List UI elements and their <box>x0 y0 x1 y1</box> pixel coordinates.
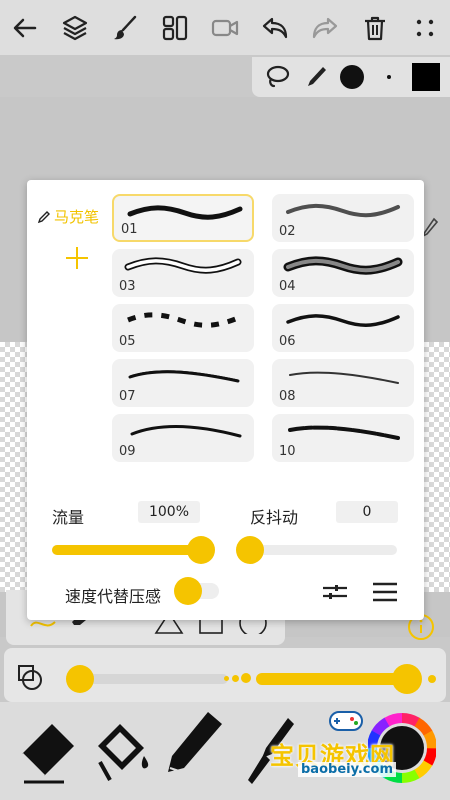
pen-icon <box>308 67 326 86</box>
flow-value[interactable]: 100% <box>138 501 200 523</box>
size-slider-knob[interactable] <box>392 664 422 694</box>
record-video-button[interactable] <box>200 0 250 55</box>
transparent-canvas-left <box>0 342 28 592</box>
pencil-icon[interactable] <box>160 708 230 792</box>
brush-preview-02 <box>286 203 400 218</box>
brush-number: 09 <box>119 444 136 459</box>
brush-size-button[interactable] <box>332 57 372 97</box>
brush-preview-05 <box>127 312 239 328</box>
color-swatch-icon <box>412 63 440 91</box>
small-dot-icon <box>387 75 391 79</box>
opacity-slider-knob[interactable] <box>66 665 94 693</box>
transparent-canvas-right <box>424 342 450 592</box>
brush-preview-04 <box>283 256 403 275</box>
brush-preview-10 <box>288 425 400 440</box>
brush-preview-06 <box>286 314 400 327</box>
brush-tile-07[interactable]: 07 <box>112 359 254 407</box>
speed-pressure-toggle-knob[interactable] <box>174 577 202 605</box>
adjust-settings-icon[interactable] <box>321 580 349 604</box>
marker-pen-icon <box>37 210 50 223</box>
size-min-dot-icon <box>224 676 229 681</box>
brush-category-label: 马克笔 <box>54 208 100 226</box>
brush-number: 05 <box>119 334 136 349</box>
color-swatch-button[interactable] <box>406 57 446 97</box>
back-button[interactable] <box>0 0 50 55</box>
lasso-icon <box>266 65 290 88</box>
brush-number: 02 <box>279 224 296 239</box>
brush-tile-06[interactable]: 06 <box>272 304 414 352</box>
flow-slider-fill <box>52 545 202 555</box>
redo-icon <box>312 17 338 38</box>
shape-overlay-icon[interactable] <box>16 664 46 692</box>
brush-number: 04 <box>279 279 296 294</box>
brush-tile-09[interactable]: 09 <box>112 414 254 462</box>
brush-number: 01 <box>121 222 138 237</box>
brush-number: 10 <box>279 444 296 459</box>
brush-number: 06 <box>279 334 296 349</box>
brush-preview-09 <box>130 425 242 438</box>
brush-preview-07 <box>128 370 240 383</box>
brush-tile-01[interactable]: 01 <box>112 194 254 242</box>
quick-brush-toolbar <box>252 57 450 97</box>
menu-list-icon[interactable] <box>371 580 399 604</box>
brush-category-tab[interactable]: 马克笔 <box>37 206 99 227</box>
undo-icon <box>262 17 288 38</box>
stabilizer-value[interactable]: 0 <box>336 501 398 523</box>
brush-tile-04[interactable]: 04 <box>272 249 414 297</box>
lasso-button[interactable] <box>252 57 302 97</box>
redo-button[interactable] <box>300 0 350 55</box>
brush-preview-03 <box>124 257 242 274</box>
add-brush-button[interactable] <box>63 244 91 272</box>
brush-tile-05[interactable]: 05 <box>112 304 254 352</box>
speed-pressure-label: 速度代替压感 <box>65 587 162 606</box>
watermark-url: baobeiy.com <box>298 762 396 777</box>
brush-tile-10[interactable]: 10 <box>272 414 414 462</box>
brush-opacity-button[interactable] <box>372 57 406 97</box>
brush-tile-03[interactable]: 03 <box>112 249 254 297</box>
brush-icon <box>114 15 137 39</box>
brush-button[interactable] <box>100 0 150 55</box>
pen-tool-button[interactable] <box>302 57 332 97</box>
brush-size-dot-icon <box>340 65 364 89</box>
back-arrow-icon <box>13 18 37 37</box>
size-max-dot-icon <box>428 675 436 683</box>
eraser-icon[interactable] <box>14 714 80 788</box>
size-mid-dot-icon <box>241 673 251 683</box>
brush-preview-08 <box>289 371 399 384</box>
video-icon <box>211 19 239 36</box>
undo-button[interactable] <box>250 0 300 55</box>
stabilizer-slider-knob[interactable] <box>236 536 264 564</box>
flow-label: 流量 <box>52 508 85 527</box>
more-button[interactable] <box>400 0 450 55</box>
size-small-dot-icon <box>232 675 239 682</box>
trash-icon <box>365 16 385 40</box>
stabilizer-label: 反抖动 <box>250 508 299 527</box>
paint-bucket-icon[interactable] <box>88 716 158 788</box>
brush-number: 08 <box>279 389 296 404</box>
layers-button[interactable] <box>50 0 100 55</box>
brush-number: 03 <box>119 279 136 294</box>
layers-icon <box>62 15 88 40</box>
panels-icon <box>162 15 188 40</box>
brush-size-panel <box>4 648 446 702</box>
delete-button[interactable] <box>350 0 400 55</box>
brush-tile-08[interactable]: 08 <box>272 359 414 407</box>
more-icon <box>416 19 434 36</box>
gamepad-logo-icon <box>329 711 363 731</box>
brush-preview-01 <box>127 205 243 220</box>
brush-tile-02[interactable]: 02 <box>272 194 414 242</box>
flow-slider-knob[interactable] <box>187 536 215 564</box>
brush-selection-dialog: 马克笔 01 02 03 04 05 06 07 08 09 10 流量 100… <box>27 180 424 620</box>
brush-number: 07 <box>119 389 136 404</box>
top-toolbar <box>0 0 450 55</box>
panels-button[interactable] <box>150 0 200 55</box>
